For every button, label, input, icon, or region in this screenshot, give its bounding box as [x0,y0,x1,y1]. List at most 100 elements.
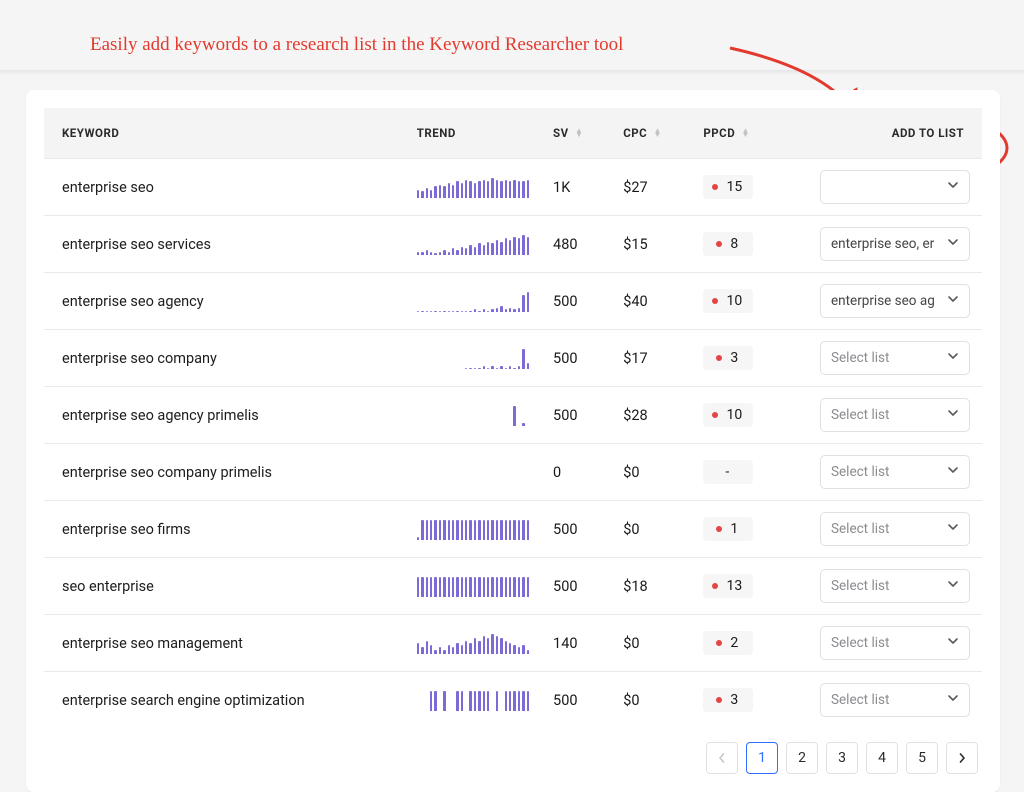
add-to-list-value: Select list [831,521,889,537]
sv-cell: 500 [541,387,611,444]
annotation-text: Easily add keywords to a research list i… [90,34,623,56]
col-header-sv[interactable]: SV ▲▼ [541,108,611,159]
page-button[interactable]: 2 [786,742,818,774]
ppcd-pill: 10 [703,403,753,427]
add-to-list-select[interactable]: Select list [820,455,970,489]
sv-cell: 500 [541,558,611,615]
page-prev[interactable] [706,742,738,774]
trend-sparkline [417,176,529,198]
ppcd-value: 10 [726,293,742,309]
chevron-down-icon [947,578,959,594]
ppcd-pill: - [703,460,753,484]
chevron-down-icon [947,179,959,195]
ppcd-pill: 2 [703,631,753,655]
cpc-cell: $28 [611,387,691,444]
ppcd-cell: 10 [691,273,791,330]
add-to-list-cell [792,159,982,216]
ppcd-cell: - [691,444,791,501]
ppcd-dot-icon [716,526,722,532]
cpc-cell: $18 [611,558,691,615]
add-to-list-value: enterprise seo, er [831,236,934,252]
sort-icon: ▲▼ [742,129,750,137]
table-row: enterprise search engine optimization500… [44,672,982,729]
add-to-list-cell: Select list [792,444,982,501]
add-to-list-cell: Select list [792,558,982,615]
keyword-cell[interactable]: enterprise seo agency primelis [44,387,405,444]
col-header-keyword[interactable]: KEYWORD [44,108,405,159]
cpc-cell: $27 [611,159,691,216]
keyword-cell[interactable]: enterprise search engine optimization [44,672,405,729]
ppcd-value: 3 [730,692,738,708]
keyword-cell[interactable]: enterprise seo [44,159,405,216]
add-to-list-select[interactable]: enterprise seo ag [820,284,970,318]
trend-sparkline [417,233,529,255]
ppcd-pill: 8 [703,232,753,256]
trend-cell [405,330,541,387]
add-to-list-select[interactable] [820,170,970,204]
ppcd-dot-icon [712,583,718,589]
col-header-add-to-list: ADD TO LIST [792,108,982,159]
keyword-cell[interactable]: enterprise seo firms [44,501,405,558]
page-button[interactable]: 3 [826,742,858,774]
divider [0,70,1024,74]
keyword-cell[interactable]: enterprise seo management [44,615,405,672]
col-header-trend[interactable]: TREND [405,108,541,159]
add-to-list-select[interactable]: enterprise seo, er [820,227,970,261]
add-to-list-value: Select list [831,407,889,423]
add-to-list-cell: Select list [792,615,982,672]
table-row: enterprise seo agency primelis 500$28 10 Se… [44,387,982,444]
keyword-cell[interactable]: seo enterprise [44,558,405,615]
chevron-down-icon [947,635,959,651]
keyword-cell[interactable]: enterprise seo agency [44,273,405,330]
table-row: enterprise seo services480$158enterprise… [44,216,982,273]
add-to-list-value: Select list [831,578,889,594]
col-header-cpc[interactable]: CPC ▲▼ [611,108,691,159]
add-to-list-cell: Select list [792,672,982,729]
ppcd-cell: 13 [691,558,791,615]
table-row: seo enterprise 500$1813 Select list [44,558,982,615]
ppcd-value: 1 [730,521,738,537]
add-to-list-select[interactable]: Select list [820,626,970,660]
trend-cell [405,444,541,501]
col-header-sv-label: SV [553,126,569,140]
trend-cell [405,615,541,672]
chevron-down-icon [947,407,959,423]
keywords-table: KEYWORD TREND SV ▲▼ CPC ▲▼ PPCD ▲▼ ADD T… [44,108,982,728]
cpc-cell: $40 [611,273,691,330]
add-to-list-select[interactable]: Select list [820,398,970,432]
col-header-ppcd-label: PPCD [703,126,735,140]
ppcd-pill: 10 [703,289,753,313]
add-to-list-select[interactable]: Select list [820,569,970,603]
page-next[interactable] [946,742,978,774]
ppcd-cell: 10 [691,387,791,444]
page-button[interactable]: 1 [746,742,778,774]
page-button[interactable]: 5 [906,742,938,774]
keyword-cell[interactable]: enterprise seo company primelis [44,444,405,501]
ppcd-dot-icon [712,298,718,304]
trend-sparkline [417,575,529,597]
chevron-down-icon [947,350,959,366]
add-to-list-select[interactable]: Select list [820,341,970,375]
add-to-list-select[interactable]: Select list [820,512,970,546]
page-button[interactable]: 4 [866,742,898,774]
add-to-list-cell: Select list [792,501,982,558]
col-header-ppcd[interactable]: PPCD ▲▼ [691,108,791,159]
chevron-down-icon [947,521,959,537]
trend-sparkline [417,347,529,369]
sort-icon: ▲▼ [654,129,662,137]
trend-sparkline [417,461,529,483]
sort-icon: ▲▼ [575,129,583,137]
add-to-list-cell: Select list [792,387,982,444]
ppcd-cell: 15 [691,159,791,216]
add-to-list-cell: enterprise seo ag [792,273,982,330]
pagination: 12345 [44,728,982,780]
keyword-cell[interactable]: enterprise seo company [44,330,405,387]
add-to-list-select[interactable]: Select list [820,683,970,717]
trend-cell [405,501,541,558]
add-to-list-value: enterprise seo ag [831,293,935,309]
add-to-list-value: Select list [831,635,889,651]
keyword-cell[interactable]: enterprise seo services [44,216,405,273]
add-to-list-value: Select list [831,692,889,708]
ppcd-dot-icon [716,640,722,646]
col-header-cpc-label: CPC [623,126,647,140]
